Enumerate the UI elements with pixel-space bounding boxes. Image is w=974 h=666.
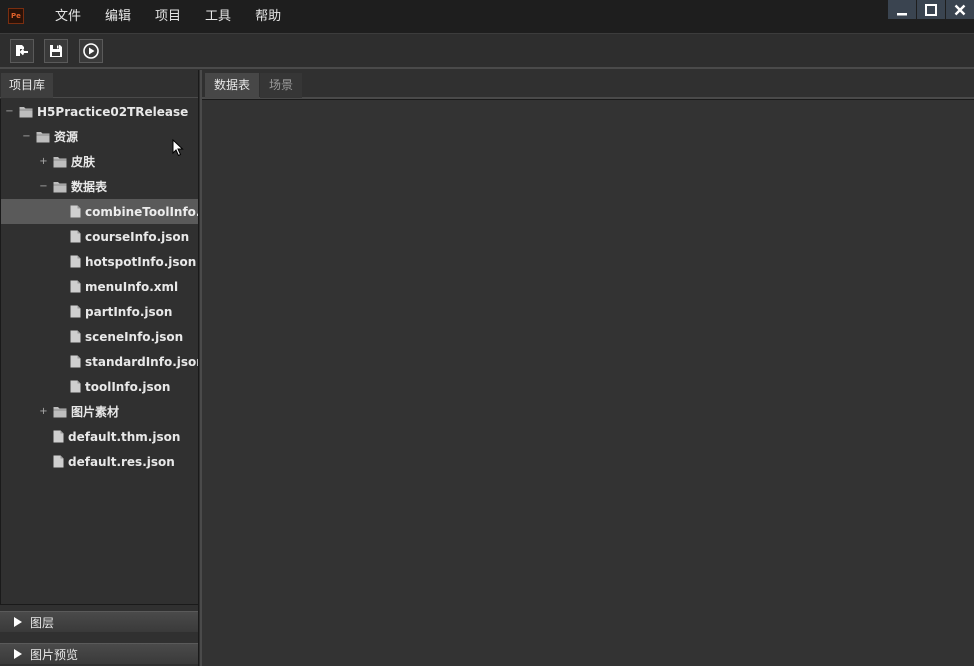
tree-item-label: combineToolInfo.json bbox=[85, 204, 198, 219]
tree-file-item[interactable]: menuInfo.xml bbox=[1, 274, 198, 299]
file-icon bbox=[53, 430, 64, 443]
tree-item-label: 皮肤 bbox=[71, 155, 96, 169]
tree-folder-item[interactable]: + 图片素材 bbox=[1, 399, 198, 424]
file-icon bbox=[70, 355, 81, 368]
tree-folder-item[interactable]: − 资源 bbox=[1, 124, 198, 149]
tree-item-label: 资源 bbox=[54, 130, 79, 144]
window-controls bbox=[887, 0, 974, 19]
image-preview-panel-label: 图片预览 bbox=[30, 647, 79, 662]
tree-item-label: H5Practice02TRelease bbox=[37, 104, 189, 119]
tree-folder-item[interactable]: + 皮肤 bbox=[1, 149, 198, 174]
tree-item-label: menuInfo.xml bbox=[85, 279, 179, 294]
folder-icon bbox=[53, 181, 67, 193]
panel-tab-strip: 项目库 bbox=[0, 70, 198, 98]
close-icon bbox=[954, 4, 966, 15]
app-logo: Pe bbox=[8, 8, 24, 24]
save-button[interactable] bbox=[44, 39, 68, 63]
tree-file-item[interactable]: default.res.json bbox=[1, 449, 198, 474]
image-preview-panel-header[interactable]: 图片预览 bbox=[0, 643, 198, 664]
tree-file-item[interactable]: combineToolInfo.json bbox=[1, 199, 198, 224]
project-library-panel: 项目库 − H5Practice02TRelease − 资源 + 皮肤 − 数据表 combi… bbox=[0, 70, 199, 666]
tab-scene[interactable]: 场景 bbox=[260, 73, 303, 98]
folder-icon bbox=[53, 406, 67, 418]
tab-data-table[interactable]: 数据表 bbox=[205, 73, 260, 98]
collapse-toggle-icon[interactable]: − bbox=[5, 106, 14, 117]
tree-file-item[interactable]: default.thm.json bbox=[1, 424, 198, 449]
editor-tab-strip: 数据表 场景 bbox=[202, 70, 974, 99]
minimize-button[interactable] bbox=[887, 0, 916, 19]
folder-icon bbox=[19, 106, 33, 118]
file-icon bbox=[70, 330, 81, 343]
tree-item-label: hotspotInfo.json bbox=[85, 254, 197, 269]
tree-file-item[interactable]: hotspotInfo.json bbox=[1, 249, 198, 274]
minimize-icon bbox=[897, 12, 907, 15]
file-icon bbox=[70, 255, 81, 268]
tree-folder-item[interactable]: − 数据表 bbox=[1, 174, 198, 199]
file-icon bbox=[70, 280, 81, 293]
tree-item-label: default.res.json bbox=[68, 454, 175, 469]
collapse-toggle-icon[interactable]: − bbox=[39, 181, 48, 192]
folder-icon bbox=[36, 131, 50, 143]
menu-file[interactable]: 文件 bbox=[43, 0, 93, 33]
app-window: Pe 文件 编辑 项目 工具 帮助 项目库 − H5Practice02TRel… bbox=[0, 0, 974, 666]
tree-file-item[interactable]: sceneInfo.json bbox=[1, 324, 198, 349]
menu-project[interactable]: 项目 bbox=[143, 0, 193, 33]
collapse-toggle-icon[interactable]: − bbox=[22, 131, 31, 142]
tree-item-label: toolInfo.json bbox=[85, 379, 171, 394]
tree-item-label: standardInfo.json bbox=[85, 354, 198, 369]
close-button[interactable] bbox=[945, 0, 974, 19]
tree-file-item[interactable]: partInfo.json bbox=[1, 299, 198, 324]
tree-item-label: sceneInfo.json bbox=[85, 329, 184, 344]
file-icon bbox=[70, 205, 81, 218]
tree-file-item[interactable]: courseInfo.json bbox=[1, 224, 198, 249]
expand-toggle-icon[interactable]: + bbox=[39, 156, 48, 167]
layers-panel-label: 图层 bbox=[30, 615, 55, 630]
maximize-icon bbox=[925, 3, 937, 16]
folder-icon bbox=[53, 156, 67, 168]
maximize-button[interactable] bbox=[916, 0, 945, 19]
expand-triangle-icon bbox=[14, 617, 22, 627]
tree-item-label: default.thm.json bbox=[68, 429, 181, 444]
play-icon bbox=[83, 43, 99, 59]
tree-file-item[interactable]: standardInfo.json bbox=[1, 349, 198, 374]
expand-toggle-icon[interactable]: + bbox=[39, 406, 48, 417]
tree-item-label: courseInfo.json bbox=[85, 229, 190, 244]
tree-item-label: 数据表 bbox=[71, 180, 108, 194]
mouse-cursor-icon bbox=[172, 138, 184, 160]
menu-edit[interactable]: 编辑 bbox=[93, 0, 143, 33]
menu-bar: 文件 编辑 项目 工具 帮助 bbox=[43, 0, 293, 33]
toolbar bbox=[0, 34, 974, 69]
tab-project-library[interactable]: 项目库 bbox=[1, 73, 54, 98]
menu-help[interactable]: 帮助 bbox=[243, 0, 293, 33]
tree-folder-item[interactable]: − H5Practice02TRelease bbox=[1, 99, 198, 124]
expand-triangle-icon bbox=[14, 649, 22, 659]
tree-item-label: 图片素材 bbox=[71, 405, 120, 419]
tree-file-item[interactable]: toolInfo.json bbox=[1, 374, 198, 399]
file-icon bbox=[70, 230, 81, 243]
tree-item-label: partInfo.json bbox=[85, 304, 173, 319]
project-tree: − H5Practice02TRelease − 资源 + 皮肤 − 数据表 combineTo… bbox=[0, 99, 198, 605]
editor-content bbox=[202, 99, 974, 666]
file-icon bbox=[53, 455, 64, 468]
import-button[interactable] bbox=[10, 39, 34, 63]
editor-area: 数据表 场景 bbox=[200, 70, 974, 666]
run-button[interactable] bbox=[79, 39, 103, 63]
title-bar: Pe 文件 编辑 项目 工具 帮助 bbox=[0, 0, 974, 34]
layers-panel-header[interactable]: 图层 bbox=[0, 611, 198, 632]
import-icon bbox=[16, 45, 28, 56]
menu-tools[interactable]: 工具 bbox=[193, 0, 243, 33]
file-icon bbox=[70, 305, 81, 318]
save-icon bbox=[50, 45, 62, 57]
file-icon bbox=[70, 380, 81, 393]
